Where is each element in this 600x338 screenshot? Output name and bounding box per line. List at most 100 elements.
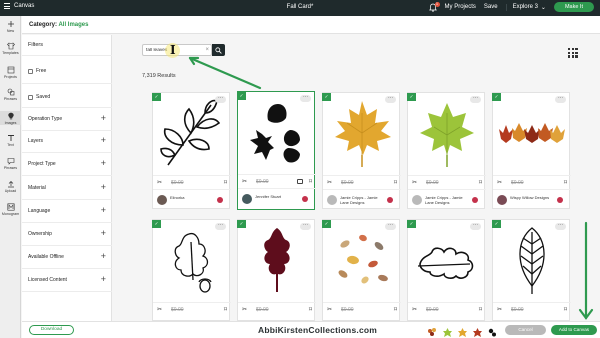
top-bar: Canvas Fall Card* 1 My Projects Save Exp…	[0, 0, 600, 16]
image-card[interactable]: ✓ ··· ✂ $0.00 ⌑ Elinorka	[152, 92, 231, 209]
filter-section-ownership[interactable]: Ownership +	[28, 228, 106, 238]
more-options-icon[interactable]: ···	[385, 96, 396, 103]
notification-badge: 1	[434, 1, 440, 7]
image-card[interactable]: ✓ ··· ✂ $0.00 ⌑	[492, 219, 571, 321]
bookmark-icon[interactable]: ⌑	[224, 306, 227, 313]
free-flag-icon: ✓	[407, 220, 416, 228]
filter-section-language[interactable]: Language +	[28, 205, 106, 215]
card-meta: ✂ $0.00 ⌑	[323, 175, 401, 189]
bookmark-icon[interactable]: ⌑	[309, 178, 312, 185]
category-value[interactable]: All Images	[58, 22, 88, 28]
notification-bell-icon[interactable]: 1	[428, 1, 440, 12]
rail-item-templates[interactable]: Templates	[0, 42, 21, 55]
more-options-icon[interactable]: ···	[470, 96, 481, 103]
image-card[interactable]: ✓ ··· ✂ $0.00 ⌑	[407, 219, 486, 321]
price: $0.00	[426, 180, 439, 186]
author-name[interactable]: Jamie Cripps - Jamie Lane Designs	[340, 195, 385, 205]
category-label[interactable]: Category: All Images	[29, 22, 88, 28]
price: $0.00	[511, 307, 524, 313]
add-to-canvas-button[interactable]: Add to Canvas	[551, 325, 597, 335]
save-link[interactable]: Save	[484, 4, 498, 10]
image-card[interactable]: ✓ ··· ✂ $0.00 ⌑ Jamie Cripps - Jamie Lan…	[407, 92, 486, 209]
filter-section-operation-type[interactable]: Operation Type +	[28, 113, 106, 123]
access-badge-icon	[217, 197, 223, 203]
rail-item-text[interactable]: Text	[0, 134, 21, 147]
card-author: Jamie Cripps - Jamie Lane Designs	[323, 189, 401, 209]
rail-item-new[interactable]: New	[0, 20, 21, 33]
author-name[interactable]: Wispy Willow Designs	[510, 195, 555, 200]
bookmark-icon[interactable]: ⌑	[394, 306, 397, 313]
filter-free-checkbox[interactable]: Free	[28, 68, 46, 74]
selected-thumb-green-icon[interactable]	[442, 325, 453, 337]
bookmark-icon[interactable]: ⌑	[309, 306, 312, 313]
access-badge-icon	[302, 196, 308, 202]
author-name[interactable]: Jamie Cripps - Jamie Lane Designs	[425, 195, 470, 205]
selected-thumb-black-icon[interactable]	[487, 325, 498, 337]
filter-section-available-offline[interactable]: Available Offline +	[28, 251, 106, 261]
filter-section-licensed-content[interactable]: Licensed Content +	[28, 274, 106, 284]
bookmark-icon[interactable]: ⌑	[224, 179, 227, 186]
more-options-icon[interactable]: ···	[385, 223, 396, 230]
image-card[interactable]: ✓ ··· ✂ $0.00 ⌑	[237, 219, 316, 321]
access-badge-icon	[387, 197, 393, 203]
bookmark-icon[interactable]: ⌑	[394, 179, 397, 186]
price: $0.00	[341, 307, 354, 313]
grid-view-icon[interactable]	[568, 48, 578, 58]
more-options-icon[interactable]: ···	[555, 96, 566, 103]
oak-leaf-acorn-outline-image	[174, 232, 212, 293]
more-options-icon[interactable]: ···	[300, 95, 311, 102]
bookmark-icon[interactable]: ⌑	[479, 306, 482, 313]
price: $0.00	[511, 180, 524, 186]
bottom-bar: Download AbbiKirstenCollections.com Canc…	[22, 321, 600, 338]
cut-icon: ✂	[242, 307, 248, 313]
plus-icon: +	[100, 274, 106, 284]
rail-item-projects[interactable]: Projects	[0, 66, 21, 79]
selected-thumb-red-icon[interactable]	[472, 325, 483, 337]
make-it-button[interactable]: Make It	[553, 2, 594, 12]
filter-section-layers[interactable]: Layers +	[28, 135, 106, 145]
more-options-icon[interactable]: ···	[470, 223, 481, 230]
filter-saved-checkbox[interactable]: Saved	[28, 94, 50, 100]
bookmark-icon[interactable]: ⌑	[564, 179, 567, 186]
bookmark-icon[interactable]: ⌑	[479, 179, 482, 186]
selected-thumb-yellow-icon[interactable]	[457, 325, 468, 337]
more-options-icon[interactable]: ···	[300, 223, 311, 230]
rail-item-monogram[interactable]: Monogram	[0, 203, 21, 216]
bookmark-icon[interactable]: ⌑	[564, 306, 567, 313]
image-card[interactable]: ✓ ··· ✂ $0.00 ⌑ Jamie Cripps - Jamie Lan…	[322, 92, 401, 209]
image-card[interactable]: ✓ ··· ✂ $0.00 ⌑ Wispy Willow Designs	[492, 92, 571, 209]
machine-select[interactable]: Explore 3 ⌄	[505, 3, 546, 11]
more-options-icon[interactable]: ···	[215, 96, 226, 103]
card-meta: ✂ $0.00 ⌑	[153, 302, 231, 316]
text-icon	[7, 135, 14, 141]
my-projects-link[interactable]: My Projects	[445, 4, 476, 10]
plus-icon: +	[100, 113, 106, 123]
more-options-icon[interactable]: ···	[215, 223, 226, 230]
card-meta: ✂ $0.00 ⌑	[408, 302, 486, 316]
card-meta: ✂ $0.00 ⌑	[408, 175, 486, 189]
filter-section-project-type[interactable]: Project Type +	[28, 158, 106, 168]
filter-section-material[interactable]: Material +	[28, 182, 106, 192]
image-card[interactable]: ✓ ··· ✂ $0.00 ⌑	[322, 219, 401, 321]
selected-thumb-autumn-icon[interactable]	[427, 325, 438, 336]
selected-images-tray	[427, 325, 498, 337]
menu-icon[interactable]	[4, 3, 10, 9]
filters-panel: Filters Free Saved Operation Type + Layer…	[22, 35, 112, 321]
author-name[interactable]: Elinorka	[170, 195, 215, 200]
image-card[interactable]: ✓ ··· ✂ $0.00 ⌑	[152, 219, 231, 321]
rail-item-phrases-2[interactable]: Phrases	[0, 157, 21, 170]
image-card-selected[interactable]: ✓ ··· ✂ $0.00 ⌑ Jennifer Stuart	[237, 91, 316, 210]
author-name[interactable]: Jennifer Stuart	[255, 194, 300, 199]
cancel-button[interactable]: Cancel	[505, 325, 546, 335]
price: $0.00	[171, 180, 184, 186]
details-icon[interactable]	[297, 179, 303, 184]
rail-item-images[interactable]: Images	[0, 111, 21, 125]
scattered-leaves-image	[338, 234, 388, 284]
more-options-icon[interactable]: ···	[555, 223, 566, 230]
rail-item-upload[interactable]: Upload	[0, 180, 21, 193]
divider	[22, 222, 112, 223]
rail-item-phrases[interactable]: Phrases	[0, 88, 21, 101]
search-button[interactable]	[212, 44, 225, 56]
clear-search-icon[interactable]: ×	[205, 47, 209, 54]
download-button[interactable]: Download	[29, 325, 74, 335]
